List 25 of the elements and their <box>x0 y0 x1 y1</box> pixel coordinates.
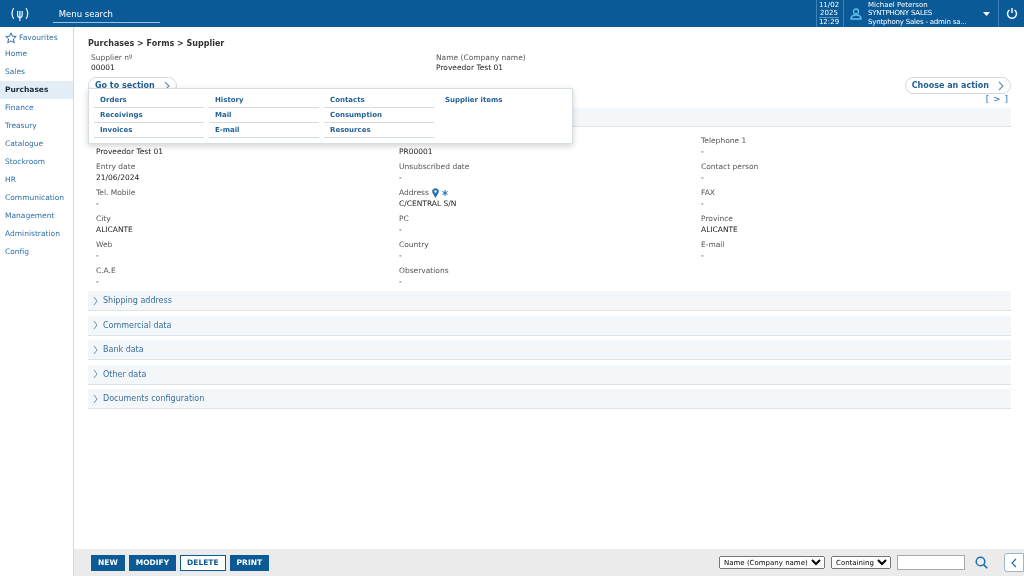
power-icon <box>1005 7 1018 20</box>
user-icon <box>850 7 862 20</box>
caret-icon <box>983 11 990 16</box>
chevron-icon <box>93 394 98 403</box>
section-header[interactable]: Documents configuration <box>88 389 1011 409</box>
app-logo[interactable]: (ψ) <box>0 0 40 27</box>
expand-toggle[interactable]: [ > ] <box>985 94 1011 108</box>
section-header[interactable]: Shipping address <box>88 291 1011 311</box>
chevron-icon <box>1011 557 1017 568</box>
chevron-icon <box>93 321 98 329</box>
chevron-icon <box>998 80 1004 91</box>
collapse-button[interactable] <box>1004 553 1024 572</box>
choose-action-button[interactable]: Choose an action <box>904 77 1011 94</box>
section-header[interactable]: Other data <box>88 364 1011 385</box>
chevron-icon <box>93 370 98 378</box>
menu-search-field[interactable]: Menu search <box>52 5 160 23</box>
search-input[interactable] <box>897 555 965 570</box>
section-header[interactable]: Bank data <box>88 340 1011 360</box>
star-icon <box>5 31 17 44</box>
map-pin-icon[interactable] <box>431 188 439 199</box>
chevron-icon <box>93 345 98 354</box>
breadcrumb: Purchases > Forms > Supplier <box>88 39 226 48</box>
section-header[interactable]: Commercial data <box>88 315 1011 336</box>
search-icon[interactable] <box>975 556 988 569</box>
chevron-icon <box>93 296 98 305</box>
